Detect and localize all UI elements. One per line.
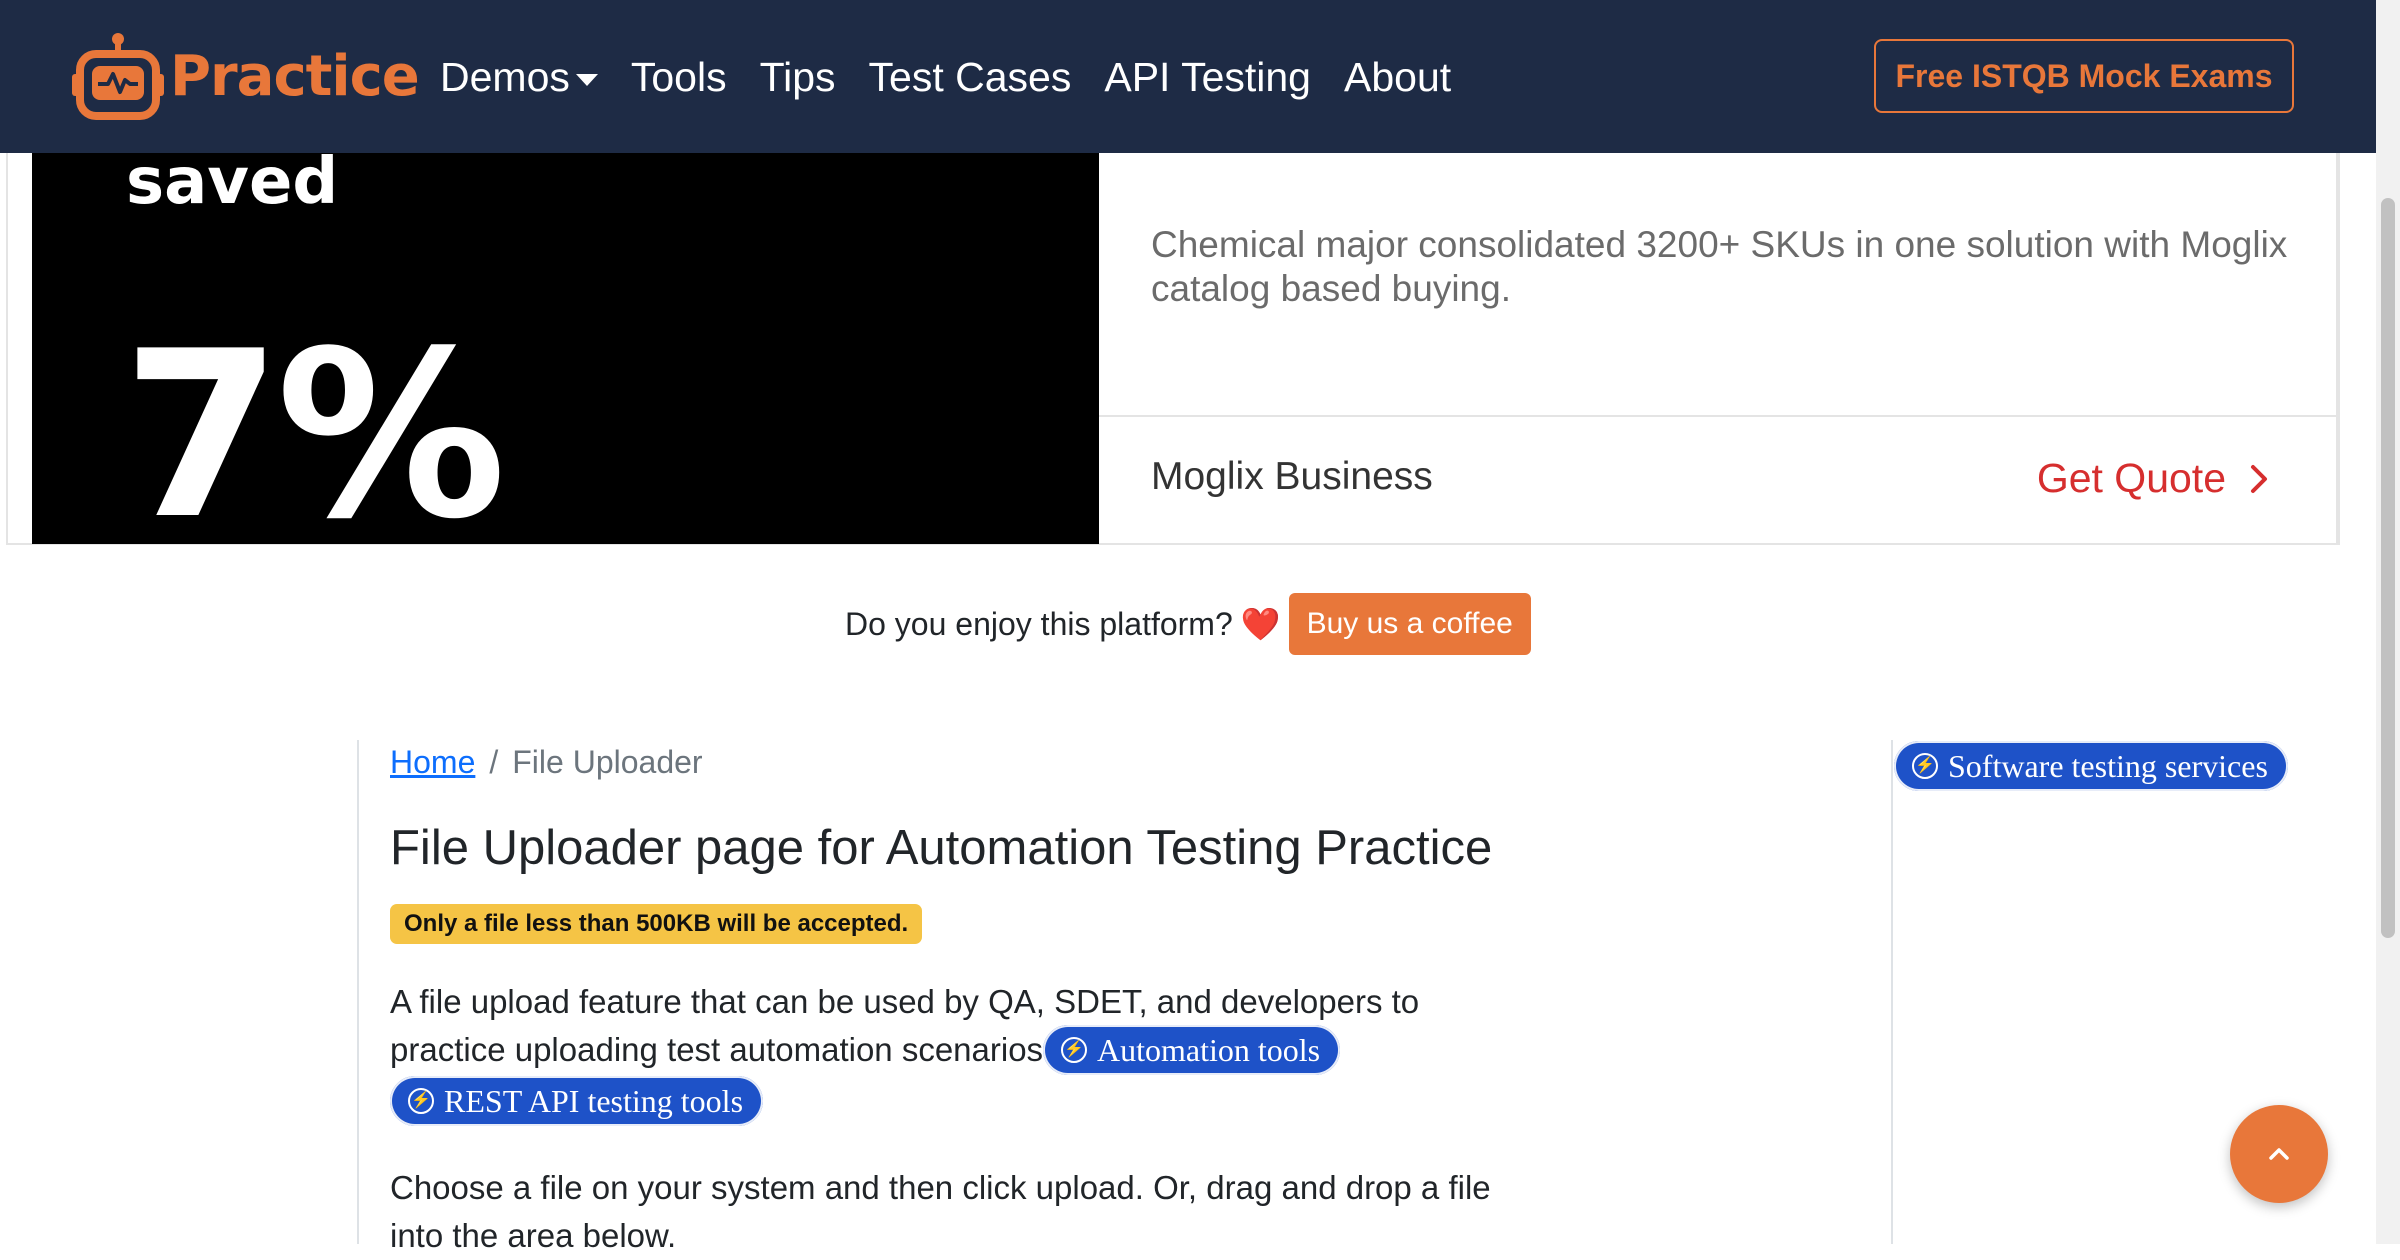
breadcrumb-separator: / [489, 744, 499, 780]
istqb-mock-exams-button[interactable]: Free ISTQB Mock Exams [1874, 39, 2294, 113]
nav-api-testing[interactable]: API Testing [1104, 52, 1311, 102]
rest-api-tools-label: REST API testing tools [444, 1082, 744, 1119]
bolt-circle-icon: ⚡ [1912, 753, 1938, 779]
heart-icon: ❤️ [1240, 606, 1281, 642]
chevron-up-icon [2269, 1148, 2289, 1160]
breadcrumb-current: File Uploader [512, 744, 703, 780]
content-left-border [357, 740, 359, 1244]
ad-image[interactable]: saved 7% [32, 153, 1099, 544]
coffee-support-row: Do you enjoy this platform? ❤️ Buy us a … [845, 593, 1531, 655]
main-nav: Demos Tools Tips Test Cases API Testing … [440, 52, 1484, 102]
nav-demos-label: Demos [440, 54, 570, 100]
coffee-question: Do you enjoy this platform? [845, 605, 1233, 642]
get-quote-label: Get Quote [2036, 455, 2226, 501]
nav-test-cases[interactable]: Test Cases [869, 52, 1072, 102]
breadcrumb: Home / File Uploader [390, 744, 703, 781]
site-logo[interactable]: Practice [72, 30, 420, 122]
file-size-warning-badge: Only a file less than 500KB will be acce… [390, 904, 923, 944]
ad-divider [1099, 415, 2336, 417]
rest-api-tools-link[interactable]: ⚡ REST API testing tools [390, 1076, 764, 1126]
software-testing-services-label: Software testing services [1948, 747, 2268, 784]
software-testing-services-link[interactable]: ⚡ Software testing services [1894, 741, 2288, 791]
sidebar-left-border [1891, 740, 1893, 1244]
get-quote-link[interactable]: Get Quote [2037, 455, 2276, 502]
top-navbar: Practice Demos Tools Tips Test Cases API… [0, 0, 2376, 153]
nav-about[interactable]: About [1344, 52, 1451, 102]
ad-content[interactable]: Chemical major consolidated 3200+ SKUs i… [1099, 153, 2338, 543]
instructions-paragraph: Choose a file on your system and then cl… [390, 1169, 1491, 1254]
bolt-circle-icon: ⚡ [1061, 1037, 1087, 1063]
nav-tips[interactable]: Tips [760, 52, 836, 102]
chevron-right-icon [2251, 464, 2267, 493]
bolt-circle-icon: ⚡ [408, 1088, 434, 1114]
page-title: File Uploader page for Automation Testin… [390, 821, 1493, 875]
automation-tools-link[interactable]: ⚡ Automation tools [1043, 1025, 1341, 1075]
scrollbar-thumb[interactable] [2381, 198, 2395, 938]
intro-paragraph: A file upload feature that can be used b… [390, 983, 1420, 1068]
ad-brand: Moglix Business [1151, 455, 1433, 498]
automation-tools-label: Automation tools [1097, 1031, 1321, 1068]
nav-demos-dropdown[interactable]: Demos [440, 52, 598, 102]
breadcrumb-home-link[interactable]: Home [390, 744, 475, 780]
buy-coffee-button[interactable]: Buy us a coffee [1288, 593, 1531, 655]
scroll-to-top-button[interactable] [2230, 1105, 2328, 1203]
ad-saved-text: saved [126, 153, 339, 219]
ad-description: Chemical major consolidated 3200+ SKUs i… [1151, 224, 2288, 309]
nav-tools[interactable]: Tools [631, 52, 727, 102]
chevron-down-icon [575, 74, 598, 87]
ad-percent-text: 7% [122, 303, 506, 544]
page-scrollbar[interactable] [2376, 0, 2400, 1244]
robot-logo-icon [72, 30, 164, 122]
brand-name: Practice [170, 43, 420, 109]
